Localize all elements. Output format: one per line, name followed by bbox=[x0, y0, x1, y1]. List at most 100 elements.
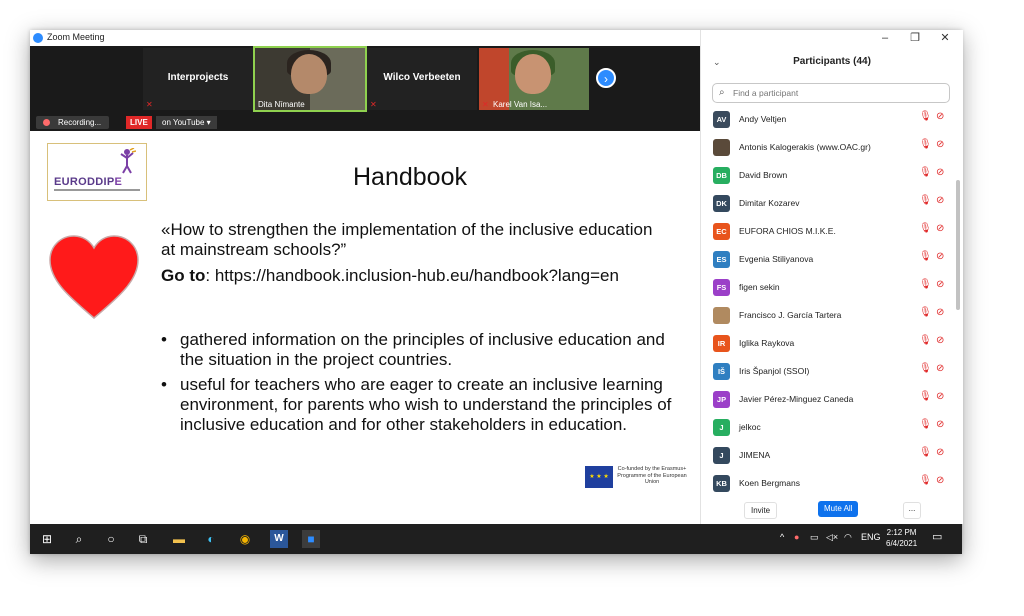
video-off-icon: ⊘ bbox=[936, 195, 945, 206]
zoom-taskbar-icon[interactable]: ■ bbox=[302, 530, 320, 548]
bullet-item: • gathered information on the principles … bbox=[161, 330, 665, 369]
bullet-glyph: • bbox=[161, 375, 167, 394]
muted-mic-icon: 🎙 bbox=[919, 251, 932, 262]
participant-row[interactable]: AV Andy Veltjen 🎙 ⊘ bbox=[701, 108, 956, 136]
minimize-button[interactable]: – bbox=[871, 30, 899, 46]
video-tile-wilco[interactable]: Wilco Verbeeten ✕ bbox=[367, 48, 477, 110]
participants-title: Participants (44) bbox=[793, 56, 871, 67]
video-off-icon: ⊘ bbox=[936, 335, 945, 346]
language-indicator[interactable]: ENG bbox=[861, 532, 881, 542]
recording-icon bbox=[43, 119, 50, 126]
bullet-glyph: • bbox=[161, 330, 167, 349]
video-off-icon: ⊘ bbox=[936, 391, 945, 402]
participant-name: Antonis Kalogerakis (www.OAC.gr) bbox=[739, 142, 871, 152]
restore-button[interactable]: ❐ bbox=[901, 30, 929, 46]
video-off-icon: ⊘ bbox=[936, 279, 945, 290]
participant-name: EUFORA CHIOS M.I.K.E. bbox=[739, 226, 836, 236]
participant-search-input[interactable] bbox=[733, 86, 943, 100]
participant-name: Iglika Raykova bbox=[739, 338, 795, 348]
window-title: Zoom Meeting bbox=[47, 32, 105, 42]
muted-mic-icon: ✕ bbox=[370, 100, 377, 109]
task-view-icon[interactable]: ⧉ bbox=[134, 530, 152, 548]
tile-name: Wilco Verbeeten bbox=[383, 72, 461, 83]
muted-mic-icon: 🎙 bbox=[919, 167, 932, 178]
avatar: FS bbox=[713, 279, 730, 296]
avatar: EC bbox=[713, 223, 730, 240]
chrome-icon[interactable]: ◉ bbox=[236, 530, 254, 548]
participant-row[interactable]: JP Javier Pérez-Minguez Caneda 🎙 ⊘ bbox=[701, 388, 956, 416]
muted-mic-icon: ✕ bbox=[482, 100, 489, 109]
muted-mic-icon: 🎙 bbox=[919, 363, 932, 374]
cortana-icon[interactable]: ○ bbox=[102, 530, 120, 548]
youtube-stream-dropdown[interactable]: on YouTube ▾ bbox=[156, 116, 217, 129]
participant-name: Iris Španjol (SSOI) bbox=[739, 366, 810, 376]
goto-label: Go to bbox=[161, 266, 206, 285]
file-explorer-icon[interactable]: ▬ bbox=[170, 530, 188, 548]
muted-mic-icon: 🎙 bbox=[919, 335, 932, 346]
zoom-window: Zoom Meeting Interprojects ✕ Dita Nīmant… bbox=[30, 30, 963, 554]
clock-time: 2:12 PM bbox=[886, 528, 917, 537]
muted-mic-icon: 🎙 bbox=[919, 223, 932, 234]
participant-name: figen sekin bbox=[739, 282, 780, 292]
battery-icon[interactable]: ▭ bbox=[810, 532, 819, 543]
meeting-status-bar: Recording... LIVE on YouTube ▾ bbox=[30, 114, 700, 131]
participant-row[interactable]: Francisco J. García Tartera 🎙 ⊘ bbox=[701, 304, 956, 332]
person-face bbox=[291, 54, 327, 94]
more-options-button[interactable]: ... bbox=[903, 502, 921, 519]
participant-scrollbar[interactable] bbox=[956, 180, 960, 310]
participant-name: Javier Pérez-Minguez Caneda bbox=[739, 394, 854, 404]
show-hidden-icons[interactable]: ^ bbox=[780, 532, 784, 542]
wifi-icon[interactable]: ◠ bbox=[844, 532, 852, 543]
notifications-icon[interactable]: ▭ bbox=[932, 530, 942, 543]
avatar: KB bbox=[713, 475, 730, 492]
windows-start-icon[interactable]: ⊞ bbox=[38, 530, 56, 548]
muted-mic-icon: 🎙 bbox=[919, 279, 932, 290]
close-button[interactable]: ✕ bbox=[931, 30, 959, 46]
muted-mic-icon: 🎙 bbox=[919, 307, 932, 318]
participant-row[interactable]: IR Iglika Raykova 🎙 ⊘ bbox=[701, 332, 956, 360]
avatar: IŠ bbox=[713, 363, 730, 380]
word-icon[interactable]: W bbox=[270, 530, 288, 548]
mute-all-button[interactable]: Mute All bbox=[818, 501, 859, 517]
participant-row[interactable]: ES Evgenia Stiliyanova 🎙 ⊘ bbox=[701, 248, 956, 276]
participant-row[interactable]: KB Koen Bergmans 🎙 ⊘ bbox=[701, 472, 956, 500]
muted-mic-icon: 🎙 bbox=[919, 447, 932, 458]
recording-tray-icon[interactable]: ● bbox=[794, 532, 799, 542]
participant-search-box[interactable]: ⌕ bbox=[712, 83, 950, 103]
participant-name: Koen Bergmans bbox=[739, 478, 800, 488]
participant-row[interactable]: DB David Brown 🎙 ⊘ bbox=[701, 164, 956, 192]
volume-icon[interactable]: ◁× bbox=[826, 532, 838, 543]
participant-row[interactable]: Antonis Kalogerakis (www.OAC.gr) 🎙 ⊘ bbox=[701, 136, 956, 164]
participant-row[interactable]: FS figen sekin 🎙 ⊘ bbox=[701, 276, 956, 304]
video-off-icon: ⊘ bbox=[936, 419, 945, 430]
search-icon[interactable]: ⌕ bbox=[70, 530, 88, 548]
video-off-icon: ⊘ bbox=[936, 139, 945, 150]
tile-name: Interprojects bbox=[167, 72, 229, 83]
video-tile-karel[interactable]: ✕ Karel Van Isa... bbox=[479, 48, 589, 110]
handbook-url[interactable]: : https://handbook.inclusion-hub.eu/hand… bbox=[205, 266, 619, 285]
windows-taskbar: ⊞ ⌕ ○ ⧉ ▬ ◐ ◉ W ■ ^ ● ▭ ◁× ◠ ENG 2:12 PM… bbox=[30, 524, 962, 554]
edge-icon[interactable]: ◐ bbox=[202, 530, 220, 548]
participant-row[interactable]: EC EUFORA CHIOS M.I.K.E. 🎙 ⊘ bbox=[701, 220, 956, 248]
invite-button[interactable]: Invite bbox=[744, 502, 778, 519]
search-icon: ⌕ bbox=[719, 87, 725, 98]
participant-row[interactable]: DK Dimitar Kozarev 🎙 ⊘ bbox=[701, 192, 956, 220]
participants-header: ⌄ Participants (44) bbox=[701, 52, 963, 72]
recording-indicator[interactable]: Recording... bbox=[36, 116, 110, 129]
video-off-icon: ⊘ bbox=[936, 475, 945, 486]
muted-mic-icon: 🎙 bbox=[919, 111, 932, 122]
avatar bbox=[713, 307, 730, 324]
video-off-icon: ⊘ bbox=[936, 447, 945, 458]
title-bar: Zoom Meeting bbox=[30, 30, 700, 46]
participant-row[interactable]: J JIMENA 🎙 ⊘ bbox=[701, 444, 956, 472]
video-tile-interprojects[interactable]: Interprojects ✕ bbox=[143, 48, 253, 110]
participant-row[interactable]: IŠ Iris Španjol (SSOI) 🎙 ⊘ bbox=[701, 360, 956, 388]
system-clock[interactable]: 2:12 PM 6/4/2021 bbox=[886, 527, 917, 549]
participant-row[interactable]: J jelkoc 🎙 ⊘ bbox=[701, 416, 956, 444]
participants-panel: – ❐ ✕ ⌄ Participants (44) ⌕ AV Andy Velt… bbox=[700, 30, 963, 524]
video-tile-dita[interactable]: Dita Nīmante bbox=[253, 46, 367, 112]
video-off-icon: ⊘ bbox=[936, 307, 945, 318]
chevron-down-icon[interactable]: ⌄ bbox=[713, 52, 721, 72]
next-page-button[interactable]: › bbox=[596, 68, 616, 88]
live-badge: LIVE bbox=[126, 116, 152, 129]
